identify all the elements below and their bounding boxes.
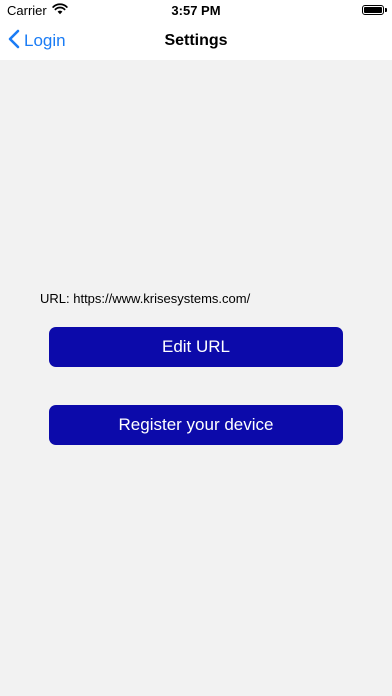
url-display: URL: https://www.krisesystems.com/ [40, 291, 251, 306]
battery-icon [362, 5, 387, 15]
settings-content: URL: https://www.krisesystems.com/ Edit … [0, 60, 392, 696]
navigation-bar: Login Settings [0, 22, 392, 60]
status-time: 3:57 PM [171, 3, 221, 18]
register-device-button[interactable]: Register your device [49, 405, 343, 445]
edit-url-button[interactable]: Edit URL [49, 327, 343, 367]
status-bar: Carrier 3:57 PM [0, 0, 392, 22]
page-title: Settings [164, 32, 228, 49]
